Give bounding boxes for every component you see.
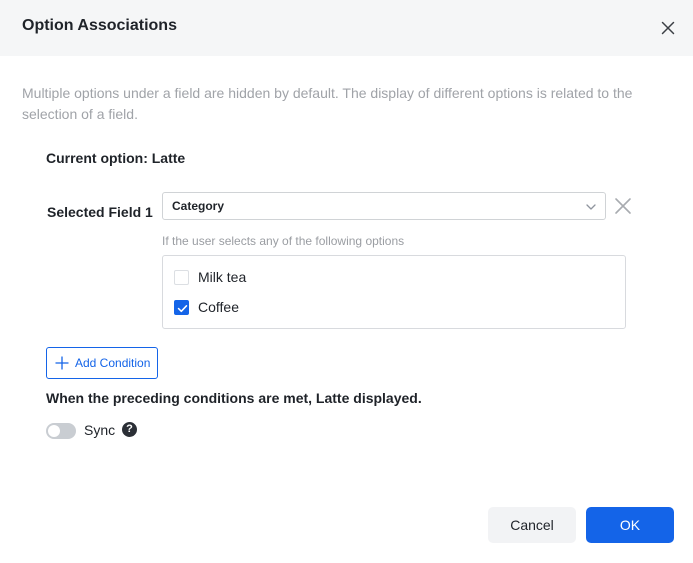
dialog-title: Option Associations bbox=[22, 17, 177, 34]
coffee-checkbox[interactable] bbox=[174, 299, 189, 315]
option-label: Milk tea bbox=[198, 269, 247, 285]
option-label: Coffee bbox=[198, 299, 239, 315]
option-coffee[interactable]: Coffee bbox=[174, 298, 239, 316]
milk-tea-checkbox[interactable] bbox=[174, 269, 189, 285]
check-icon bbox=[177, 304, 188, 312]
add-condition-label: Add Condition bbox=[75, 356, 151, 370]
help-icon[interactable]: ? bbox=[122, 422, 137, 437]
result-text: When the preceding conditions are met, L… bbox=[46, 390, 422, 406]
selected-field-label: Selected Field 1 bbox=[47, 204, 153, 220]
field-select-value: Category bbox=[172, 199, 225, 213]
remove-icon bbox=[615, 198, 631, 214]
field-select[interactable]: Category bbox=[162, 192, 606, 220]
dialog-header: Option Associations bbox=[0, 0, 693, 56]
options-list: Milk tea Coffee bbox=[162, 255, 626, 329]
remove-field-button[interactable] bbox=[614, 197, 632, 215]
chevron-down-icon bbox=[586, 204, 596, 210]
plus-icon bbox=[55, 356, 69, 370]
cancel-button[interactable]: Cancel bbox=[488, 507, 576, 543]
toggle-knob bbox=[48, 425, 60, 437]
current-option-label: Current option: Latte bbox=[46, 150, 186, 166]
sync-label: Sync bbox=[84, 422, 116, 438]
sync-toggle[interactable] bbox=[46, 423, 76, 439]
ok-button[interactable]: OK bbox=[586, 507, 674, 543]
options-hint: If the user selects any of the following… bbox=[162, 234, 405, 248]
option-milk-tea[interactable]: Milk tea bbox=[174, 268, 246, 286]
close-button[interactable] bbox=[656, 16, 680, 40]
close-icon bbox=[661, 21, 675, 35]
add-condition-button[interactable]: Add Condition bbox=[46, 347, 158, 379]
dialog-description: Multiple options under a field are hidde… bbox=[22, 85, 633, 122]
